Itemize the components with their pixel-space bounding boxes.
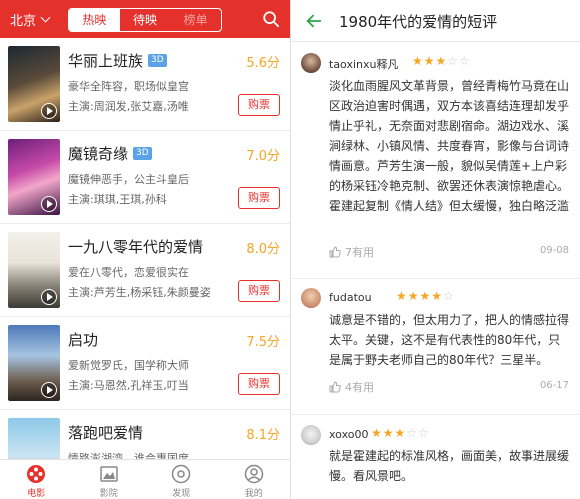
cinema-screen-icon — [100, 466, 118, 482]
movie-item[interactable]: 启功 7.5分 爱新觉罗氏，国学称大师 主演:马恩然,孔祥玉,叮当 购票 — [0, 317, 290, 410]
movie-tagline: 魔镜伸恶手，公主斗皇后 — [68, 173, 189, 186]
play-icon[interactable] — [41, 382, 57, 398]
buy-ticket-button[interactable]: 购票 — [238, 373, 280, 395]
tab-movies[interactable]: 电影 — [0, 460, 73, 499]
movie-score: 8.0分 — [246, 242, 280, 257]
avatar[interactable] — [301, 288, 321, 308]
tab-segment: 热映 待映 榜单 — [68, 8, 222, 32]
movie-title: 魔镜奇缘 3D — [68, 143, 152, 164]
tab-label: 我的 — [244, 489, 263, 499]
buy-ticket-button[interactable]: 购票 — [238, 94, 280, 116]
movie-cast: 主演:马恩然,孔祥玉,叮当 — [68, 379, 189, 392]
star-rating: ★★★☆☆ — [371, 426, 430, 440]
3d-badge: 3D — [133, 147, 152, 160]
chevron-down-icon — [40, 12, 51, 23]
bottom-tab-bar: 电影 影院 发现 我的 — [0, 459, 290, 499]
search-icon[interactable] — [262, 10, 280, 28]
user-icon — [244, 464, 263, 484]
thumbs-up-icon — [329, 381, 341, 393]
movie-score: 7.5分 — [246, 335, 280, 350]
movie-title-text: 一九八零年代的爱情 — [68, 238, 204, 256]
avatar[interactable] — [301, 425, 321, 445]
movie-item[interactable]: 魔镜奇缘 3D 7.0分 魔镜伸恶手，公主斗皇后 主演:琪琪,王琪,孙科 购票 — [0, 131, 290, 224]
movie-title-text: 魔镜奇缘 — [68, 145, 129, 163]
review-text: 就是霍建起的标准风格，画面美，故事进展缓慢。看风景吧。 — [329, 449, 570, 483]
review-text: 淡化血雨腥风文革背景，曾经青梅竹马竟在山区政治迫害时偶遇，双方本该喜结连理却发乎… — [329, 79, 570, 213]
movie-title: 一九八零年代的爱情 — [68, 236, 203, 257]
tab-cinemas[interactable]: 影院 — [73, 460, 146, 499]
movie-score: 7.0分 — [246, 149, 280, 164]
movie-tagline: 豪华全阵容，职场似皇宫 — [68, 80, 189, 93]
tab-label: 影院 — [99, 489, 118, 499]
tab-label: 电影 — [27, 489, 46, 499]
app-root: 北京 热映 待映 榜单 华丽上班族 3D 5.6分 豪华全阵容，职场似皇宫 主演… — [0, 0, 580, 499]
movie-item[interactable]: 一九八零年代的爱情 8.0分 爱在八零代，恋爱很实在 主演:芦芳生,杨采钰,朱颜… — [0, 224, 290, 317]
top-bar: 北京 热映 待映 榜单 — [0, 0, 290, 38]
movie-title: 启功 — [68, 329, 98, 350]
review-date: 09-08 — [539, 245, 569, 256]
avatar[interactable] — [301, 53, 321, 73]
movie-title-text: 华丽上班族 — [68, 52, 144, 70]
useful-button[interactable]: 4有用 — [329, 379, 374, 395]
review-username[interactable]: fudatou — [329, 291, 372, 304]
play-icon[interactable] — [41, 196, 57, 212]
movie-tagline: 爱新觉罗氏，国学称大师 — [68, 359, 189, 372]
useful-count: 4有用 — [345, 381, 374, 394]
movie-list-screen: 北京 热映 待映 榜单 华丽上班族 3D 5.6分 豪华全阵容，职场似皇宫 主演… — [0, 0, 290, 499]
tab-profile[interactable]: 我的 — [218, 460, 291, 499]
play-icon[interactable] — [41, 289, 57, 305]
movie-list: 华丽上班族 3D 5.6分 豪华全阵容，职场似皇宫 主演:周润发,张艾嘉,汤唯 … — [0, 38, 290, 499]
page-title: 1980年代的爱情的短评 — [339, 13, 498, 31]
review-username[interactable]: taoxinxu释凡 — [329, 56, 398, 72]
city-label: 北京 — [10, 14, 37, 29]
tab-label: 发现 — [172, 489, 191, 499]
movie-tagline: 爱在八零代，恋爱很实在 — [68, 266, 189, 279]
movie-title: 落跑吧爱情 — [68, 422, 143, 443]
tab-rankings[interactable]: 榜单 — [170, 9, 221, 31]
movie-title-text: 落跑吧爱情 — [68, 424, 144, 442]
movie-poster — [8, 139, 60, 215]
review-username[interactable]: xoxo00 — [329, 428, 368, 441]
useful-count: 7有用 — [345, 246, 374, 259]
movie-score: 8.1分 — [246, 428, 280, 443]
divider — [291, 414, 580, 415]
movie-poster — [8, 232, 60, 308]
play-icon[interactable] — [41, 103, 57, 119]
city-selector[interactable]: 北京 — [10, 10, 51, 29]
useful-button[interactable]: 7有用 — [329, 244, 374, 260]
tab-now-showing[interactable]: 热映 — [69, 9, 120, 31]
thumbs-up-icon — [329, 246, 341, 258]
movie-poster — [8, 46, 60, 122]
reviews-screen: 1980年代的爱情的短评 taoxinxu释凡 ★★★☆☆ 淡化血雨腥风文革背景… — [290, 0, 580, 499]
movie-cast: 主演:芦芳生,杨采钰,朱颜曼姿 — [68, 286, 211, 299]
buy-ticket-button[interactable]: 购票 — [238, 187, 280, 209]
tab-coming-soon[interactable]: 待映 — [120, 9, 171, 31]
movie-poster — [8, 325, 60, 401]
movie-title: 华丽上班族 3D — [68, 50, 167, 71]
star-rating: ★★★★☆ — [396, 289, 455, 303]
movie-cast: 主演:琪琪,王琪,孙科 — [68, 193, 167, 206]
movie-score: 5.6分 — [246, 56, 280, 71]
review-text: 诚意是不错的，但太用力了，把人的情感拉得太平。关键，这不是有代表性的80年代，只… — [329, 313, 570, 367]
movie-title-text: 启功 — [68, 331, 99, 349]
movie-item[interactable]: 华丽上班族 3D 5.6分 豪华全阵容，职场似皇宫 主演:周润发,张艾嘉,汤唯 … — [0, 38, 290, 131]
divider — [291, 278, 580, 279]
star-rating: ★★★☆☆ — [412, 54, 471, 68]
3d-badge: 3D — [148, 54, 167, 67]
compass-icon — [172, 464, 191, 484]
review-date: 06-17 — [539, 380, 569, 391]
reviews-header: 1980年代的爱情的短评 — [291, 0, 580, 42]
tab-discover[interactable]: 发现 — [145, 460, 218, 499]
movie-cast: 主演:周润发,张艾嘉,汤唯 — [68, 100, 189, 113]
back-arrow-icon[interactable] — [305, 12, 323, 30]
film-reel-icon — [27, 465, 46, 483]
buy-ticket-button[interactable]: 购票 — [238, 280, 280, 302]
